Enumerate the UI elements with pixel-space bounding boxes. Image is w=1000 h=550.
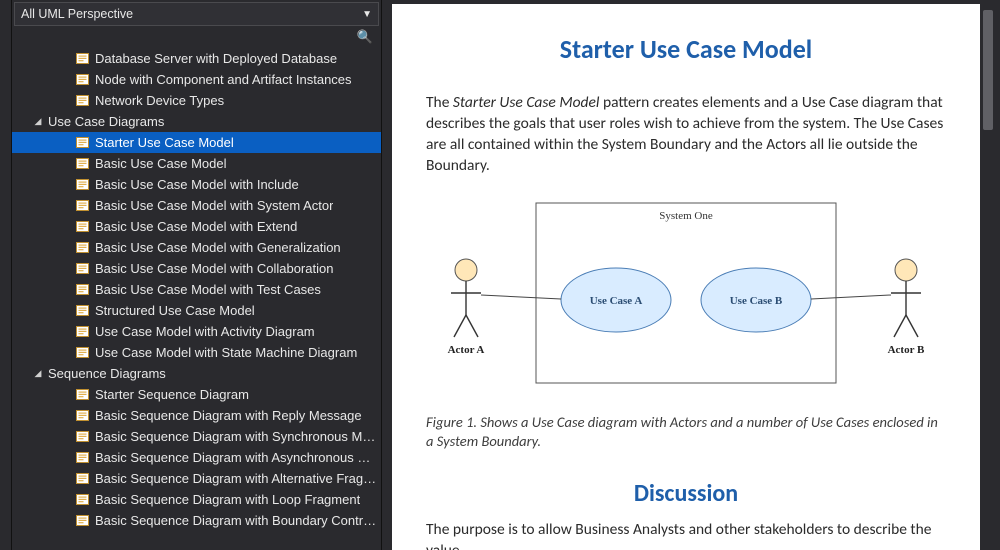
tree-group[interactable]: ◢ Sequence Diagrams — [12, 363, 381, 384]
usecase-diagram: System One Use Case A Use Case B Actor A — [426, 195, 946, 405]
tree-item-label: Basic Use Case Model with System Actor — [95, 198, 333, 213]
pattern-icon — [76, 472, 89, 485]
tree-item[interactable]: Basic Use Case Model with System Actor — [12, 195, 381, 216]
tree-item-label: Structured Use Case Model — [95, 303, 255, 318]
tree-item[interactable]: Use Case Model with State Machine Diagra… — [12, 342, 381, 363]
search-row: 🔍 — [12, 26, 381, 48]
svg-text:Actor B: Actor B — [888, 344, 925, 356]
tree-group[interactable]: ◢ Use Case Diagrams — [12, 111, 381, 132]
pattern-icon — [76, 430, 89, 443]
document-view: Starter Use Case Model The Starter Use C… — [392, 4, 980, 550]
tree-item-label: Starter Sequence Diagram — [95, 387, 249, 402]
tree-item-label: Basic Use Case Model — [95, 156, 227, 171]
tree-item-label: Basic Sequence Diagram with Alternative … — [95, 471, 381, 486]
tree-item[interactable]: Basic Use Case Model with Collaboration — [12, 258, 381, 279]
pattern-icon — [76, 304, 89, 317]
pattern-icon — [76, 325, 89, 338]
tree-item[interactable]: Basic Use Case Model with Test Cases — [12, 279, 381, 300]
tree-item[interactable]: Basic Use Case Model with Generalization — [12, 237, 381, 258]
tree-item[interactable]: Database Server with Deployed Database — [12, 48, 381, 69]
tree-item-label: Basic Sequence Diagram with Synchronous … — [95, 429, 381, 444]
tree-item[interactable]: Basic Use Case Model with Include — [12, 174, 381, 195]
svg-text:Actor A: Actor A — [448, 344, 485, 356]
tree-item[interactable]: Basic Sequence Diagram with Synchronous … — [12, 426, 381, 447]
pattern-icon — [76, 157, 89, 170]
tree-item-label: Node with Component and Artifact Instanc… — [95, 72, 352, 87]
pattern-icon — [76, 262, 89, 275]
tree-item-label: Network Device Types — [95, 93, 224, 108]
perspective-label: All UML Perspective — [21, 7, 133, 21]
tree-item[interactable]: Use Case Model with Activity Diagram — [12, 321, 381, 342]
tree-item-label: Basic Sequence Diagram with Asynchronous… — [95, 450, 381, 465]
discussion-body: The purpose is to allow Business Analyst… — [426, 520, 946, 550]
search-icon[interactable]: 🔍 — [357, 29, 373, 45]
tree-item[interactable]: Basic Use Case Model with Extend — [12, 216, 381, 237]
sidebar: All UML Perspective ▼ 🔍 Database Server … — [12, 0, 382, 550]
pattern-icon — [76, 409, 89, 422]
tree-group-label: Sequence Diagrams — [48, 366, 166, 381]
pattern-icon — [76, 283, 89, 296]
pattern-icon — [76, 178, 89, 191]
tree-item[interactable]: Basic Sequence Diagram with Loop Fragmen… — [12, 489, 381, 510]
expander-icon[interactable]: ◢ — [32, 368, 44, 379]
tree-item-label: Starter Use Case Model — [95, 135, 234, 150]
tree-item[interactable]: Basic Use Case Model — [12, 153, 381, 174]
discussion-heading: Discussion — [426, 478, 946, 510]
tree-item[interactable]: Basic Sequence Diagram with Asynchronous… — [12, 447, 381, 468]
pattern-icon — [76, 514, 89, 527]
doc-title: Starter Use Case Model — [426, 32, 946, 67]
tree-item-label: Basic Use Case Model with Include — [95, 177, 299, 192]
tree-item-label: Basic Use Case Model with Extend — [95, 219, 297, 234]
tree-item[interactable]: Basic Sequence Diagram with Reply Messag… — [12, 405, 381, 426]
tree-item-label: Basic Use Case Model with Test Cases — [95, 282, 321, 297]
content-pane: Starter Use Case Model The Starter Use C… — [388, 0, 1000, 550]
tree-item-label: Use Case Model with State Machine Diagra… — [95, 345, 357, 360]
tree-item-label: Database Server with Deployed Database — [95, 51, 337, 66]
svg-text:Use Case A: Use Case A — [590, 295, 643, 307]
tree-group-label: Use Case Diagrams — [48, 114, 164, 129]
svg-text:System One: System One — [659, 210, 713, 222]
left-gutter — [0, 0, 12, 550]
perspective-dropdown[interactable]: All UML Perspective ▼ — [14, 2, 379, 26]
chevron-down-icon: ▼ — [362, 9, 372, 20]
figure-caption: Figure 1. Shows a Use Case diagram with … — [426, 413, 946, 452]
pattern-icon — [76, 199, 89, 212]
tree-item-label: Basic Sequence Diagram with Boundary Con… — [95, 513, 381, 528]
expander-icon[interactable]: ◢ — [32, 116, 44, 127]
tree-item[interactable]: Structured Use Case Model — [12, 300, 381, 321]
pattern-icon — [76, 241, 89, 254]
tree-item-label: Basic Use Case Model with Generalization — [95, 240, 341, 255]
tree-item-label: Basic Sequence Diagram with Loop Fragmen… — [95, 492, 360, 507]
pattern-icon — [76, 493, 89, 506]
pattern-icon — [76, 388, 89, 401]
pattern-icon — [76, 94, 89, 107]
tree-item[interactable]: Starter Sequence Diagram — [12, 384, 381, 405]
tree-item[interactable]: Starter Use Case Model — [12, 132, 381, 153]
svg-text:Use Case B: Use Case B — [730, 295, 783, 307]
pattern-icon — [76, 52, 89, 65]
pattern-icon — [76, 136, 89, 149]
tree-item-label: Use Case Model with Activity Diagram — [95, 324, 315, 339]
pattern-icon — [76, 73, 89, 86]
scrollbar-thumb[interactable] — [983, 10, 993, 130]
tree-item[interactable]: Node with Component and Artifact Instanc… — [12, 69, 381, 90]
pattern-icon — [76, 451, 89, 464]
pattern-icon — [76, 220, 89, 233]
pattern-tree[interactable]: Database Server with Deployed Database No… — [12, 48, 381, 550]
pattern-icon — [76, 346, 89, 359]
tree-item-label: Basic Sequence Diagram with Reply Messag… — [95, 408, 362, 423]
tree-item-label: Basic Use Case Model with Collaboration — [95, 261, 333, 276]
doc-intro: The Starter Use Case Model pattern creat… — [426, 93, 946, 177]
tree-item[interactable]: Basic Sequence Diagram with Alternative … — [12, 468, 381, 489]
tree-item[interactable]: Network Device Types — [12, 90, 381, 111]
tree-item[interactable]: Basic Sequence Diagram with Boundary Con… — [12, 510, 381, 531]
doc-scrollbar[interactable] — [980, 4, 996, 550]
